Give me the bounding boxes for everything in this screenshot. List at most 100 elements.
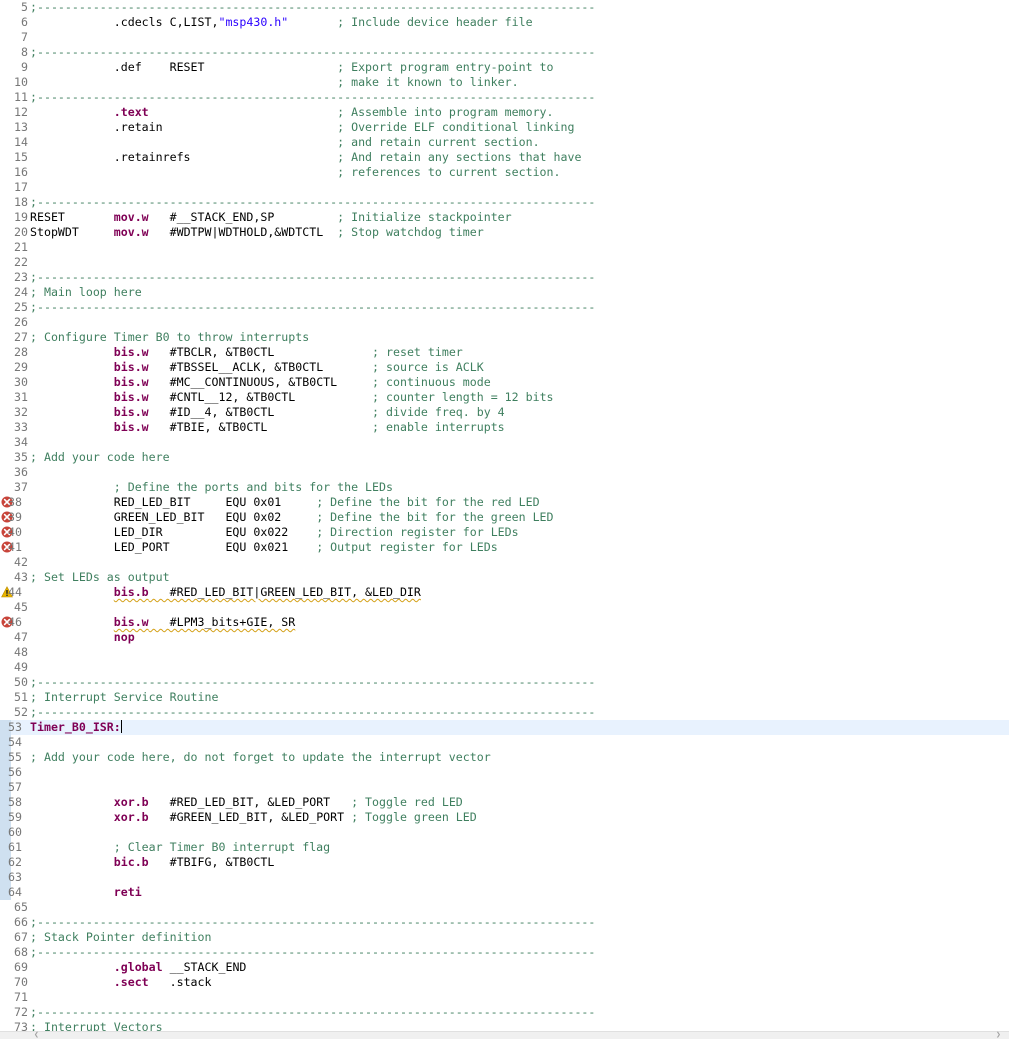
code-text[interactable]: .text ; Assemble into program memory. [30, 105, 554, 120]
code-line[interactable]: 28 bis.w #TBCLR, &TB0CTL ; reset timer [0, 345, 1009, 360]
code-line[interactable]: 73; Interrupt Vectors [0, 1020, 1009, 1031]
code-line[interactable]: 42 [0, 555, 1009, 570]
code-text[interactable]: bis.w #MC__CONTINUOUS, &TB0CTL ; continu… [30, 375, 491, 390]
code-line[interactable]: 62 bic.b #TBIFG, &TB0CTL [0, 855, 1009, 870]
code-line[interactable]: 30 bis.w #MC__CONTINUOUS, &TB0CTL ; cont… [0, 375, 1009, 390]
scroll-right-arrow-icon[interactable]: ❯ [996, 1031, 1001, 1039]
code-line[interactable]: 70 .sect .stack [0, 975, 1009, 990]
code-line[interactable]: 59 xor.b #GREEN_LED_BIT, &LED_PORT ; Tog… [0, 810, 1009, 825]
horizontal-scrollbar[interactable]: ❮ ❯ [0, 1031, 1009, 1039]
code-text[interactable]: GREEN_LED_BIT EQU 0x02 ; Define the bit … [30, 510, 554, 525]
code-line[interactable]: 46 bis.w #LPM3_bits+GIE, SR [0, 615, 1009, 630]
code-line[interactable]: 5 ;--------------------------------------… [0, 0, 1009, 15]
code-text[interactable]: ; references to current section. [30, 165, 560, 180]
code-text[interactable]: ; Set LEDs as output [30, 570, 170, 585]
code-text[interactable]: ;---------------------------------------… [30, 270, 595, 285]
code-line[interactable]: 18 ;-------------------------------------… [0, 195, 1009, 210]
code-line[interactable]: 15 .retainrefs ; And retain any sections… [0, 150, 1009, 165]
code-line[interactable]: 44 bis.b #RED_LED_BIT|GREEN_LED_BIT, &LE… [0, 585, 1009, 600]
code-text[interactable]: ;---------------------------------------… [30, 705, 595, 720]
code-text[interactable]: ; Add your code here, do not forget to u… [30, 750, 491, 765]
code-text[interactable]: ; Define the ports and bits for the LEDs [30, 480, 393, 495]
code-text[interactable]: ;---------------------------------------… [30, 675, 595, 690]
code-text[interactable]: .cdecls C,LIST,"msp430.h" ; Include devi… [30, 15, 533, 30]
code-line[interactable]: 65 [0, 900, 1009, 915]
code-text[interactable]: ; Stack Pointer definition [30, 930, 211, 945]
code-text[interactable]: xor.b #GREEN_LED_BIT, &LED_PORT ; Toggle… [30, 810, 477, 825]
code-line[interactable]: 25 ;-------------------------------------… [0, 300, 1009, 315]
code-line[interactable]: 57 [0, 780, 1009, 795]
scroll-left-arrow-icon[interactable]: ❮ [34, 1031, 39, 1039]
code-text[interactable]: bis.w #CNTL__12, &TB0CTL ; counter lengt… [30, 390, 554, 405]
code-text[interactable]: .retain ; Override ELF conditional linki… [30, 120, 575, 135]
code-line[interactable]: 12 .text ; Assemble into program memory. [0, 105, 1009, 120]
code-text[interactable]: ; Interrupt Service Routine [30, 690, 218, 705]
code-line[interactable]: 22 [0, 255, 1009, 270]
code-line[interactable]: 63 [0, 870, 1009, 885]
code-text[interactable]: bis.w #TBSSEL__ACLK, &TB0CTL ; source is… [30, 360, 484, 375]
code-line[interactable]: 64 reti [0, 885, 1009, 900]
code-text[interactable]: ; Interrupt Vectors [30, 1020, 163, 1031]
code-line[interactable]: 49 [0, 660, 1009, 675]
code-line[interactable]: 45 [0, 600, 1009, 615]
code-text[interactable]: RESET mov.w #__STACK_END,SP ; Initialize… [30, 210, 512, 225]
code-text[interactable]: LED_PORT EQU 0x021 ; Output register for… [30, 540, 498, 555]
code-line[interactable]: 43; Set LEDs as output [0, 570, 1009, 585]
code-text[interactable]: .retainrefs ; And retain any sections th… [30, 150, 582, 165]
code-text[interactable]: bic.b #TBIFG, &TB0CTL [30, 855, 275, 870]
code-line[interactable]: 61 ; Clear Timer B0 interrupt flag [0, 840, 1009, 855]
code-line[interactable]: 37 ; Define the ports and bits for the L… [0, 480, 1009, 495]
code-line[interactable]: 23 ;-------------------------------------… [0, 270, 1009, 285]
code-line[interactable]: 31 bis.w #CNTL__12, &TB0CTL ; counter le… [0, 390, 1009, 405]
code-text[interactable]: ; Clear Timer B0 interrupt flag [30, 840, 330, 855]
code-line[interactable]: 40 LED_DIR EQU 0x022 ; Direction registe… [0, 525, 1009, 540]
code-line[interactable]: 16 ; references to current section. [0, 165, 1009, 180]
code-line[interactable]: 35; Add your code here [0, 450, 1009, 465]
code-text[interactable]: bis.b #RED_LED_BIT|GREEN_LED_BIT, &LED_D… [30, 585, 421, 600]
code-line[interactable]: 14 ; and retain current section. [0, 135, 1009, 150]
code-line[interactable]: 69 .global __STACK_END [0, 960, 1009, 975]
code-line[interactable]: 20 StopWDT mov.w #WDTPW|WDTHOLD,&WDTCTL ;… [0, 225, 1009, 240]
code-text[interactable]: Timer_B0_ISR: [30, 720, 122, 735]
code-line[interactable]: 21 [0, 240, 1009, 255]
code-text[interactable]: ; Add your code here [30, 450, 170, 465]
code-text[interactable]: ;---------------------------------------… [30, 90, 595, 105]
code-line[interactable]: 36 [0, 465, 1009, 480]
code-line[interactable]: 55 ; Add your code here, do not forget to… [0, 750, 1009, 765]
code-line[interactable]: 29 bis.w #TBSSEL__ACLK, &TB0CTL ; source… [0, 360, 1009, 375]
code-text[interactable]: ;---------------------------------------… [30, 0, 595, 15]
code-line[interactable]: 68 ;-------------------------------------… [0, 945, 1009, 960]
code-text[interactable]: ;---------------------------------------… [30, 195, 595, 210]
code-line[interactable]: 10 ; make it known to linker. [0, 75, 1009, 90]
code-line[interactable]: 24; Main loop here [0, 285, 1009, 300]
code-line[interactable]: 72 ;-------------------------------------… [0, 1005, 1009, 1020]
code-text[interactable]: ; make it known to linker. [30, 75, 518, 90]
code-text[interactable]: xor.b #RED_LED_BIT, &LED_PORT ; Toggle r… [30, 795, 463, 810]
code-text[interactable]: bis.w #ID__4, &TB0CTL ; divide freq. by … [30, 405, 505, 420]
code-text[interactable]: ;---------------------------------------… [30, 945, 595, 960]
code-text[interactable]: ; and retain current section. [30, 135, 539, 150]
code-line[interactable]: 13 .retain ; Override ELF conditional li… [0, 120, 1009, 135]
code-line[interactable]: 50 ;-------------------------------------… [0, 675, 1009, 690]
code-line[interactable]: 34 [0, 435, 1009, 450]
code-line[interactable]: 33 bis.w #TBIE, &TB0CTL ; enable interru… [0, 420, 1009, 435]
code-text[interactable]: nop [30, 630, 135, 645]
code-text[interactable]: .def RESET ; Export program entry-point … [30, 60, 554, 75]
code-line[interactable]: 27; Configure Timer B0 to throw interrup… [0, 330, 1009, 345]
code-line[interactable]: 53 Timer_B0_ISR: [0, 720, 1009, 735]
code-text[interactable]: StopWDT mov.w #WDTPW|WDTHOLD,&WDTCTL ; S… [30, 225, 484, 240]
code-line[interactable]: 67; Stack Pointer definition [0, 930, 1009, 945]
code-text[interactable]: RED_LED_BIT EQU 0x01 ; Define the bit fo… [30, 495, 540, 510]
code-line[interactable]: 7 [0, 30, 1009, 45]
code-line[interactable]: 11 ;-------------------------------------… [0, 90, 1009, 105]
code-line[interactable]: 71 [0, 990, 1009, 1005]
code-text[interactable]: .sect .stack [30, 975, 212, 990]
code-line[interactable]: 17 [0, 180, 1009, 195]
code-line[interactable]: 54 [0, 735, 1009, 750]
code-text[interactable]: ;---------------------------------------… [30, 1005, 595, 1020]
code-line[interactable]: 38 RED_LED_BIT EQU 0x01 ; Define the bit… [0, 495, 1009, 510]
code-line[interactable]: 47 nop [0, 630, 1009, 645]
code-line[interactable]: 41 LED_PORT EQU 0x021 ; Output register … [0, 540, 1009, 555]
code-line[interactable]: 26 [0, 315, 1009, 330]
code-text[interactable]: ;---------------------------------------… [30, 45, 595, 60]
